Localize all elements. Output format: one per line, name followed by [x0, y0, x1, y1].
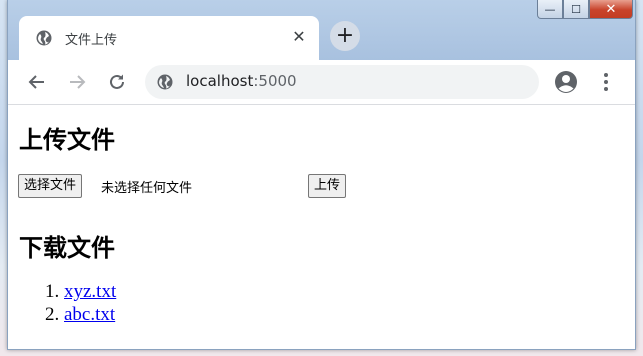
url-port: :5000 — [253, 72, 297, 90]
forward-button[interactable] — [62, 67, 92, 97]
maximize-button[interactable]: ☐ — [563, 0, 589, 19]
choose-file-button[interactable]: 选择文件 — [18, 174, 83, 198]
browser-toolbar: localhost:5000 — [8, 60, 635, 105]
browser-window: 文件上传 ✕ + — ☐ ✕ localhost:5000 上传文件 选择文件 … — [7, 0, 636, 350]
download-file-list: xyz.txt abc.txt — [8, 280, 116, 326]
window-controls: — ☐ ✕ — [537, 0, 633, 20]
globe-icon[interactable] — [157, 74, 173, 90]
url-text: localhost:5000 — [186, 72, 297, 90]
kebab-menu-icon[interactable] — [596, 70, 616, 94]
file-link[interactable]: xyz.txt — [64, 281, 116, 302]
reload-button[interactable] — [102, 67, 132, 97]
list-item: xyz.txt — [64, 280, 116, 303]
page-content: 上传文件 选择文件 未选择任何文件 上传 下载文件 xyz.txt abc.tx… — [8, 105, 635, 349]
tab-title: 文件上传 — [65, 33, 118, 48]
globe-icon — [36, 30, 52, 46]
download-heading: 下载文件 — [19, 234, 115, 262]
tab-active[interactable]: 文件上传 ✕ — [19, 16, 319, 60]
file-status-text: 未选择任何文件 — [101, 181, 193, 196]
back-button[interactable] — [22, 67, 52, 97]
address-bar[interactable]: localhost:5000 — [145, 65, 539, 99]
new-tab-button[interactable]: + — [330, 21, 360, 51]
arrow-left-icon — [28, 75, 44, 89]
tab-strip: 文件上传 ✕ + — ☐ ✕ — [8, 0, 635, 60]
minimize-button[interactable]: — — [537, 0, 563, 19]
upload-heading: 上传文件 — [19, 126, 115, 154]
close-window-button[interactable]: ✕ — [589, 0, 633, 19]
account-circle-icon[interactable] — [554, 70, 578, 94]
file-link[interactable]: abc.txt — [64, 304, 115, 325]
tab-close-button[interactable]: ✕ — [289, 27, 309, 47]
reload-icon — [110, 74, 124, 89]
upload-submit-button[interactable]: 上传 — [308, 174, 347, 198]
list-item: abc.txt — [64, 303, 116, 326]
url-host: localhost — [186, 72, 254, 90]
arrow-right-icon — [70, 75, 86, 89]
